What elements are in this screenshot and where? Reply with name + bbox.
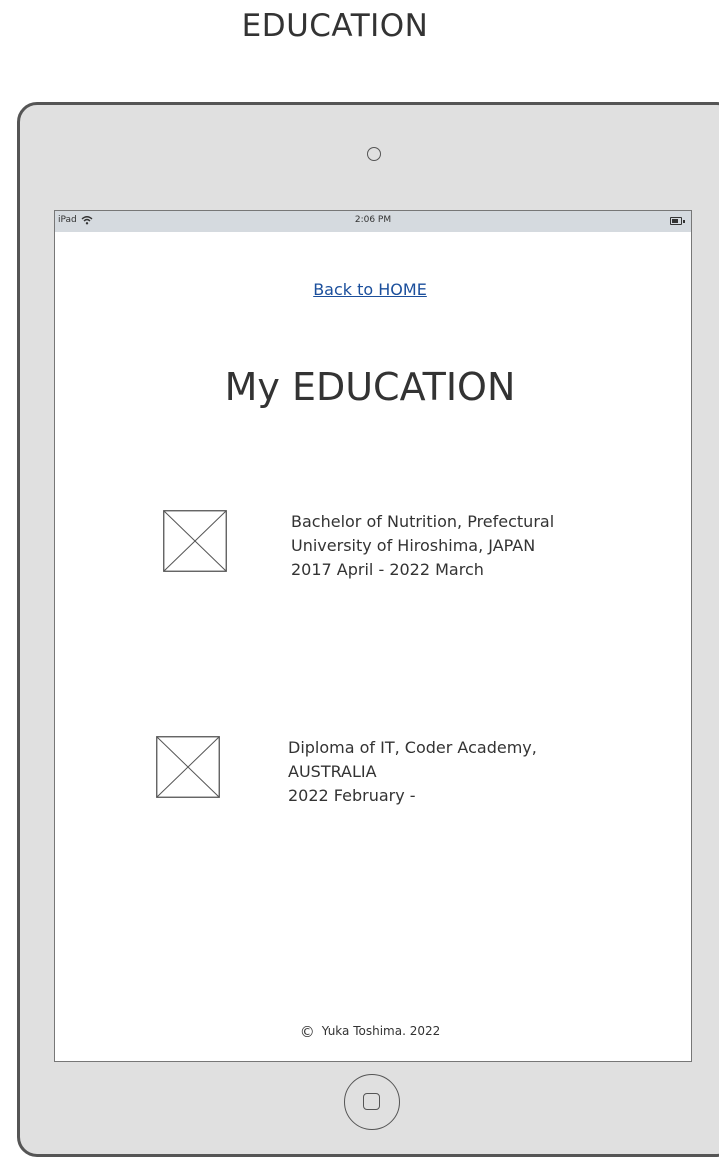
- education-line: Diploma of IT, Coder Academy,: [288, 738, 537, 757]
- education-text: Bachelor of Nutrition, Prefectural Unive…: [291, 510, 554, 582]
- education-item: Diploma of IT, Coder Academy, AUSTRALIA …: [156, 736, 537, 808]
- footer: © Yuka Toshima. 2022: [55, 1024, 685, 1039]
- footer-text: Yuka Toshima. 2022: [321, 1024, 441, 1038]
- battery-icon: [670, 217, 685, 225]
- education-text: Diploma of IT, Coder Academy, AUSTRALIA …: [288, 736, 537, 808]
- education-line: Bachelor of Nutrition, Prefectural: [291, 512, 555, 531]
- home-button-icon: [363, 1093, 380, 1110]
- image-placeholder-icon: [163, 510, 227, 572]
- education-line: AUSTRALIA: [288, 762, 377, 781]
- status-bar: iPad 2:06 PM: [55, 211, 691, 232]
- tablet-frame: iPad 2:06 PM Back to HOME My EDUCATION B…: [17, 102, 719, 1157]
- image-placeholder-icon: [156, 736, 220, 798]
- education-line: 2017 April - 2022 March: [291, 560, 484, 579]
- back-to-home-link[interactable]: Back to HOME: [55, 280, 685, 299]
- copyright-icon: ©: [299, 1022, 315, 1041]
- status-time: 2:06 PM: [354, 215, 392, 225]
- main-title: My EDUCATION: [224, 365, 516, 409]
- camera-icon: [367, 147, 381, 161]
- education-line: University of Hiroshima, JAPAN: [291, 536, 536, 555]
- page-heading: EDUCATION: [241, 8, 429, 44]
- tablet-screen: iPad 2:06 PM Back to HOME My EDUCATION B…: [54, 210, 692, 1062]
- education-item: Bachelor of Nutrition, Prefectural Unive…: [163, 510, 554, 582]
- education-line: 2022 February -: [288, 786, 416, 805]
- home-button[interactable]: [344, 1074, 400, 1130]
